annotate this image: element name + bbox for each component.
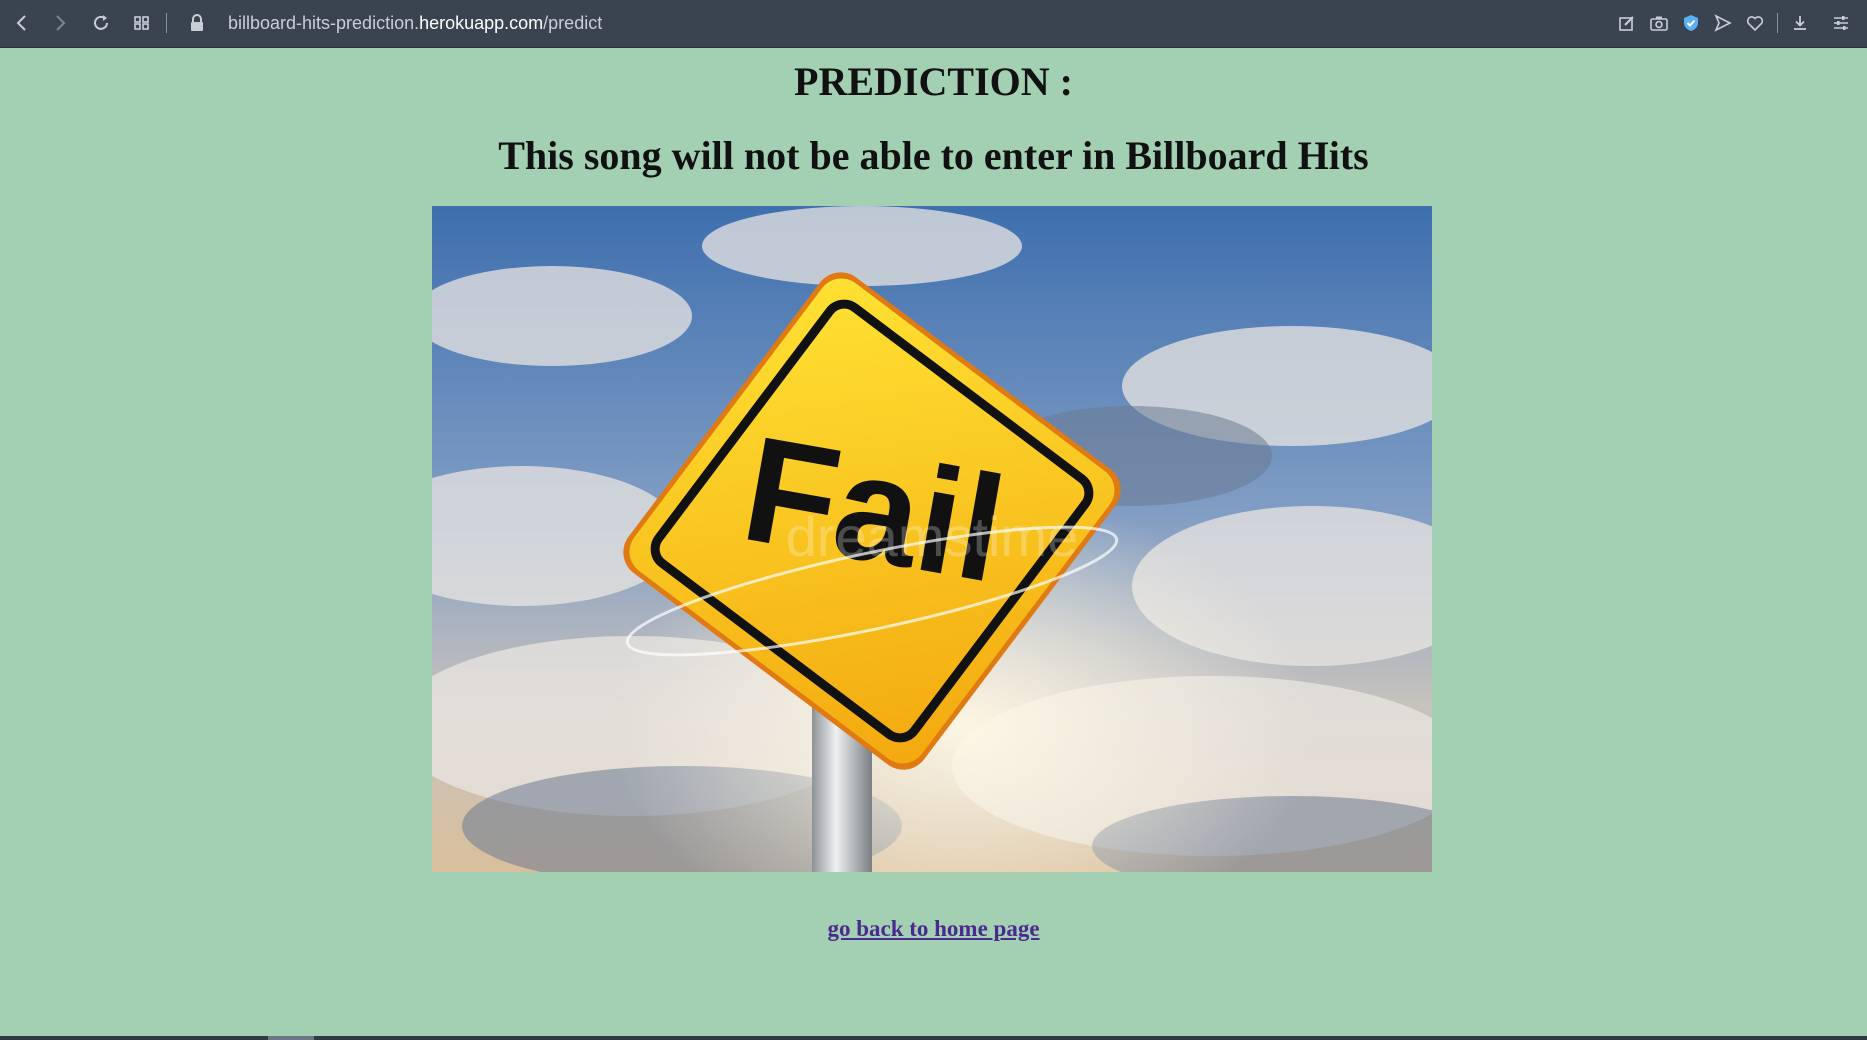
camera-icon bbox=[1650, 16, 1668, 31]
fail-sign-image: Fail dreamstime bbox=[432, 206, 1432, 872]
sliders-menu-icon bbox=[1834, 16, 1848, 30]
reload-button[interactable] bbox=[88, 10, 114, 36]
forward-button[interactable] bbox=[47, 10, 73, 36]
shield-button[interactable] bbox=[1678, 10, 1704, 36]
prediction-heading: PREDICTION : bbox=[794, 59, 1073, 104]
favorite-button[interactable] bbox=[1742, 10, 1768, 36]
send-icon bbox=[1714, 14, 1732, 32]
page-content: PREDICTION : This song will not be able … bbox=[0, 48, 1867, 1036]
fail-sign-illustration: Fail dreamstime bbox=[432, 206, 1432, 872]
url-host: herokuapp.com bbox=[419, 13, 544, 33]
menu-button[interactable] bbox=[1828, 10, 1854, 36]
browser-toolbar: billboard-hits-prediction.herokuapp.com/… bbox=[0, 0, 1867, 48]
download-icon bbox=[1794, 16, 1806, 30]
url-path: /predict bbox=[543, 13, 603, 33]
pen-square-icon bbox=[1619, 16, 1634, 31]
scroll-indicator[interactable] bbox=[268, 1036, 314, 1040]
chevron-left-icon bbox=[16, 15, 26, 31]
heart-icon bbox=[1746, 16, 1764, 32]
home-page-link[interactable]: go back to home page bbox=[0, 916, 1867, 942]
reload-icon bbox=[94, 15, 108, 30]
toolbar-divider bbox=[1777, 13, 1778, 33]
watermark-text: dreamstime bbox=[786, 505, 1079, 568]
downloads-button[interactable] bbox=[1787, 10, 1813, 36]
lock-icon bbox=[191, 14, 203, 31]
url-prefix: billboard-hits-prediction. bbox=[228, 13, 420, 33]
address-bar[interactable]: billboard-hits-prediction.herokuapp.com/… bbox=[228, 0, 602, 47]
screenshot-button[interactable] bbox=[1646, 10, 1672, 36]
edit-button[interactable] bbox=[1614, 10, 1640, 36]
prediction-message: This song will not be able to enter in B… bbox=[498, 133, 1369, 178]
send-button[interactable] bbox=[1710, 10, 1736, 36]
toolbar-divider bbox=[166, 13, 167, 33]
grid-icon bbox=[134, 16, 149, 30]
shield-check-icon bbox=[1684, 15, 1698, 31]
chevron-right-icon bbox=[56, 15, 66, 31]
back-button[interactable] bbox=[9, 10, 35, 36]
status-strip bbox=[0, 1036, 1867, 1040]
tabs-grid-button[interactable] bbox=[129, 10, 155, 36]
